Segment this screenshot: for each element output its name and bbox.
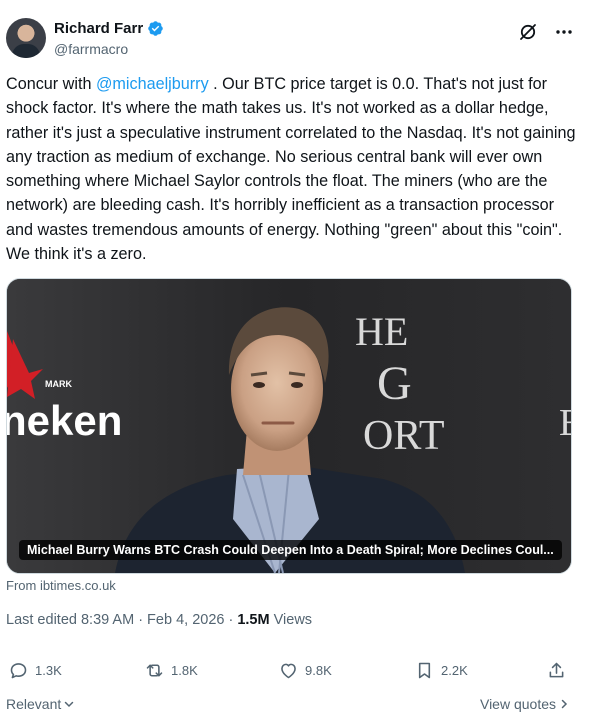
like-count: 9.8K <box>305 663 332 678</box>
chevron-down-icon <box>65 701 74 708</box>
bookmark-count: 2.2K <box>441 663 468 678</box>
link-source[interactable]: From ibtimes.co.uk <box>6 578 116 593</box>
sort-dropdown[interactable]: Relevant <box>6 696 75 712</box>
like-button[interactable]: 9.8K <box>278 660 332 681</box>
more-options-icon[interactable] <box>554 22 574 42</box>
view-quotes-link[interactable]: View quotes <box>480 696 570 712</box>
header-actions <box>518 22 574 42</box>
chevron-right-icon <box>561 699 568 709</box>
tweet-text-body: . Our BTC price target is 0.0. That's no… <box>6 75 576 264</box>
heart-icon <box>281 663 296 679</box>
backdrop-right-line-3: ORT <box>363 413 444 459</box>
share-button[interactable] <box>546 660 567 681</box>
article-image: MARK neken HE G ORT E <box>7 279 571 573</box>
views-count: 1.5M <box>237 612 270 628</box>
avatar[interactable] <box>6 18 46 58</box>
action-bar: 1.3K 1.8K 9.8K 2.2K <box>6 660 570 688</box>
backdrop-mark: MARK <box>45 379 72 389</box>
view-quotes-label: View quotes <box>479 696 556 712</box>
verified-badge-icon <box>147 20 164 37</box>
bookmark-icon <box>418 662 431 679</box>
name-row: Richard Farr <box>54 20 164 37</box>
tweet-header: Richard Farr @farrmacro <box>6 14 582 62</box>
tweet-text-start: Concur with <box>6 75 96 93</box>
handle[interactable]: @farrmacro <box>54 41 128 57</box>
reply-count: 1.3K <box>35 663 62 678</box>
repost-icon <box>146 664 163 677</box>
grok-icon[interactable] <box>518 22 538 42</box>
sort-label: Relevant <box>6 696 62 712</box>
views-label: Views <box>269 612 313 628</box>
article-headline: Michael Burry Warns BTC Crash Could Deep… <box>19 540 562 560</box>
reply-icon <box>10 663 27 679</box>
repost-count: 1.8K <box>171 663 198 678</box>
bookmark-button[interactable]: 2.2K <box>414 660 468 681</box>
backdrop-left-text: neken <box>7 397 122 444</box>
backdrop-right-line-1: HE <box>355 309 408 354</box>
tweet-text: Concur with @michaeljburry . Our BTC pri… <box>6 72 576 266</box>
backdrop-right-line-2: G <box>377 357 412 410</box>
tweet-meta: Last edited 8:39 AM · Feb 4, 2026 · 1.5M… <box>6 612 312 628</box>
share-icon <box>549 662 564 678</box>
display-name[interactable]: Richard Farr <box>54 20 143 37</box>
link-card[interactable]: MARK neken HE G ORT E Michael Burry Warn… <box>6 278 572 574</box>
edited-timestamp[interactable]: Last edited 8:39 AM · Feb 4, 2026 · <box>6 612 237 628</box>
mention-link[interactable]: @michaeljburry <box>96 75 209 93</box>
repost-button[interactable]: 1.8K <box>144 660 198 681</box>
backdrop-far-right: E <box>559 402 571 444</box>
reply-button[interactable]: 1.3K <box>8 660 62 681</box>
